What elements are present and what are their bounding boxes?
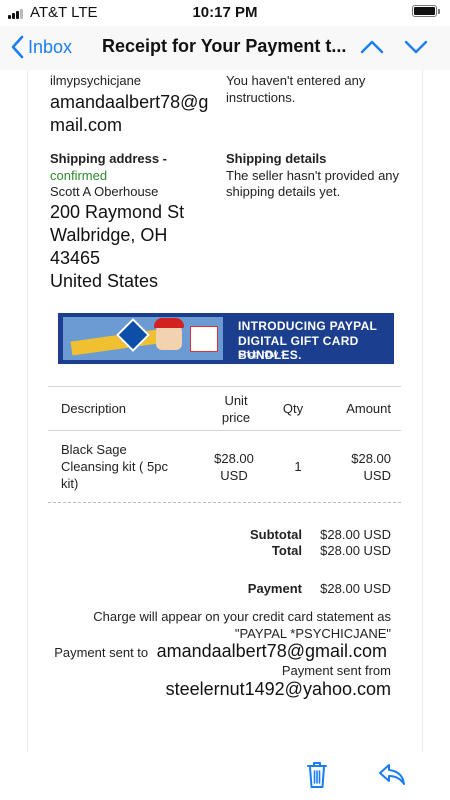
shipping-address-status: confirmed [50,168,108,183]
charge-statement-line1: Charge will appear on your credit card s… [93,609,391,624]
payment-sent-from-email[interactable]: steelernut1492@yahoo.com [38,678,391,701]
bottom-toolbar [0,752,450,800]
battery-icon [412,5,440,17]
instructions-line1: You haven't entered any [226,73,366,88]
column-header-description: Description [61,401,127,416]
navigation-bar: Inbox Receipt for Your Payment t... [0,26,450,70]
banner-gift-card-image [63,317,223,360]
total-label: Total [271,543,302,558]
table-bottom-divider [48,502,401,503]
payment-label: Payment [247,581,302,596]
email-body: ilmypsychicjane amandaalbert78@g mail.co… [27,70,423,752]
column-header-unit-price-line1: Unit [224,393,248,408]
paypal-gift-card-banner[interactable]: INTRODUCING PAYPAL DIGITAL GIFT CARD BUN… [58,313,394,364]
item-description-line2: Cleansing kit ( 5pc [61,459,168,474]
buyer-email-line1: amandaalbert78@g [50,92,209,112]
banner-shop-now-link[interactable]: Shop now > [238,349,286,359]
address-line4: United States [50,271,159,291]
total-value: $28.00 USD [320,543,391,558]
status-time: 10:17 PM [192,4,258,21]
shipping-address-heading: Shipping address - [50,151,168,166]
table-header-divider [48,430,401,431]
subtotal-label: Subtotal [250,527,302,542]
address-line3: 43465 [50,248,101,268]
trash-icon[interactable] [305,760,329,790]
item-amount-line2: USD [363,468,391,483]
payment-sent-to-email[interactable]: amandaalbert78@gmail.com [157,641,387,661]
column-header-unit-price-line2: price [221,410,251,425]
item-description-line1: Black Sage [61,442,127,457]
shipping-details-line1: The seller hasn't provided any [226,168,400,183]
shipping-details-line2: shipping details yet. [226,184,341,199]
banner-headline-line1: INTRODUCING PAYPAL [238,319,378,333]
previous-message-up-arrow-icon[interactable] [360,37,384,57]
item-unit-price-line2: USD [220,468,248,483]
address-line2: Walbridge, OH [50,225,168,245]
subtotal-value: $28.00 USD [320,527,391,542]
next-message-down-arrow-icon[interactable] [404,37,428,57]
buyer-email-line2: mail.com [50,115,123,135]
chevron-left-icon [11,35,24,59]
payment-value: $28.00 USD [320,581,391,596]
reply-icon[interactable] [378,762,406,788]
payment-sent-to-row: Payment sent to amandaalbert78@gmail.com [38,640,387,663]
address-line1: 200 Raymond St [50,202,185,222]
item-amount-line1: $28.00 [351,451,391,466]
status-bar: AT&T LTE 10:17 PM [0,0,450,26]
shipping-details-heading: Shipping details [226,151,327,166]
item-qty: 1 [294,459,302,474]
email-subject-title: Receipt for Your Payment t... [102,36,347,56]
payment-sent-from-label: Payment sent from [281,663,391,678]
item-unit-price-line1: $28.00 [214,451,254,466]
table-top-divider [48,386,401,387]
merchant-id-text: ilmypsychicjane [50,73,142,88]
column-header-amount: Amount [346,401,391,416]
payment-sent-to-label: Payment sent to [54,645,149,660]
column-header-qty: Qty [282,401,304,416]
back-label: Inbox [28,36,73,57]
shipping-name: Scott A Oberhouse [50,184,159,199]
back-to-inbox-button[interactable]: Inbox [10,34,72,60]
instructions-line2: instructions. [226,90,296,105]
item-description-line3: kit) [61,476,79,491]
